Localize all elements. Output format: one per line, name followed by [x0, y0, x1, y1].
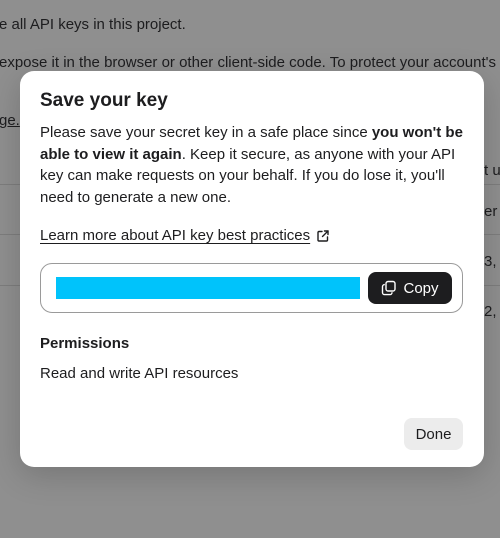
- dialog-title: Save your key: [40, 90, 168, 111]
- background-text-line-1: e all API keys in this project.: [0, 16, 186, 33]
- copy-button-label: Copy: [403, 279, 439, 297]
- dialog-description: Please save your secret key in a safe pl…: [40, 122, 468, 208]
- background-text-line-2: expose it in the browser or other client…: [0, 54, 500, 71]
- copy-icon: [381, 280, 397, 296]
- background-cell-fragment: 2, 2: [484, 303, 500, 320]
- secret-key-box: Copy: [40, 263, 463, 313]
- save-key-dialog: Save your key Please save your secret ke…: [20, 71, 484, 467]
- permissions-value: Read and write API resources: [40, 365, 239, 382]
- external-link-icon: [316, 229, 330, 243]
- done-button[interactable]: Done: [404, 418, 463, 450]
- permissions-label: Permissions: [40, 335, 130, 352]
- background-cell-fragment: er: [484, 203, 498, 220]
- secret-key-field[interactable]: [56, 277, 360, 299]
- background-link-fragment[interactable]: ge.: [0, 112, 20, 129]
- background-column-header-fragment: t u: [484, 162, 500, 179]
- copy-button[interactable]: Copy: [368, 272, 452, 304]
- learn-more-link[interactable]: Learn more about API key best practices: [40, 227, 310, 244]
- background-cell-fragment: 3, 2: [484, 253, 500, 270]
- description-text: Please save your secret key in a safe pl…: [40, 124, 372, 141]
- learn-more-row: Learn more about API key best practices: [40, 227, 330, 244]
